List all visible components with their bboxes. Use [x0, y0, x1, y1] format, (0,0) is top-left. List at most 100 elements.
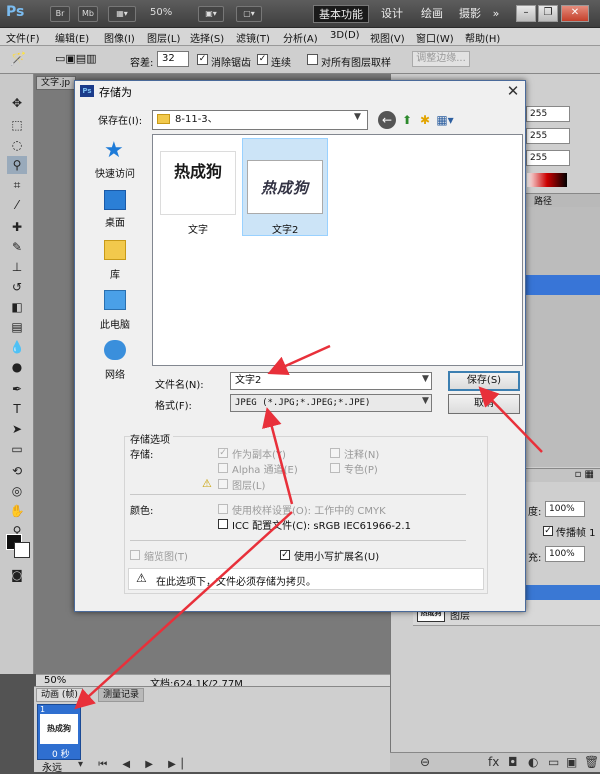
link-layers-icon[interactable]: ⊖	[420, 755, 430, 769]
zoom-level[interactable]: 50%	[150, 7, 172, 18]
magic-wand-icon[interactable]: 🪄	[10, 52, 26, 67]
tolerance-input[interactable]: 32	[157, 51, 189, 67]
computer-icon[interactable]	[104, 290, 126, 310]
up-folder-icon[interactable]: ⬆	[398, 111, 416, 129]
dialog-close-icon[interactable]: ✕	[503, 82, 523, 100]
minimize-icon[interactable]: –	[516, 5, 536, 22]
workspace-more[interactable]: »	[490, 5, 502, 23]
pen-tool-icon[interactable]: ✒	[7, 380, 27, 398]
workspace-design[interactable]: 设计	[378, 5, 406, 23]
3d-orbit-tool-icon[interactable]: ◎	[7, 482, 27, 500]
place-this-pc[interactable]: 此电脑	[82, 316, 148, 331]
screen-mode-button[interactable]: ▢▾	[236, 6, 262, 22]
library-icon[interactable]	[104, 240, 126, 260]
contiguous-checkbox[interactable]: ✓	[257, 54, 268, 65]
format-select[interactable]: JPEG (*.JPG;*.JPEG;*.JPE)	[230, 394, 432, 412]
blur-tool-icon[interactable]: 💧	[7, 338, 27, 356]
trash-icon[interactable]: 🗑	[584, 755, 599, 769]
tab-animation[interactable]: 动画 (帧)	[36, 688, 83, 702]
cancel-button[interactable]: 取消	[448, 394, 520, 414]
tab-measurement[interactable]: 测量记录	[98, 688, 145, 702]
notes-checkbox[interactable]	[330, 448, 340, 458]
refine-edge-button[interactable]: 调整边缘...	[412, 51, 470, 67]
file-thumbnail[interactable]: 热成狗	[160, 151, 236, 215]
menu-analysis[interactable]: 分析(A)	[283, 30, 318, 45]
place-network[interactable]: 网络	[82, 366, 148, 381]
quick-mask-icon[interactable]: ◙	[7, 566, 27, 584]
thumbnail-checkbox[interactable]	[130, 550, 140, 560]
spot-checkbox[interactable]	[330, 463, 340, 473]
menu-edit[interactable]: 编辑(E)	[55, 30, 89, 45]
layers-checkbox[interactable]	[218, 479, 228, 489]
propagate-checkbox[interactable]: ✓	[543, 526, 553, 536]
shape-tool-icon[interactable]: ▭	[7, 440, 27, 458]
healing-tool-icon[interactable]: ✚	[7, 218, 27, 236]
close-icon[interactable]: ✕	[561, 5, 589, 22]
history-brush-tool-icon[interactable]: ↺	[7, 278, 27, 296]
place-desktop[interactable]: 桌面	[82, 214, 148, 229]
background-color-swatch[interactable]	[14, 542, 30, 558]
save-button[interactable]: 保存(S)	[448, 371, 520, 391]
place-quick-access[interactable]: 快速访问	[82, 165, 148, 180]
blue-value[interactable]: 255	[526, 150, 570, 166]
back-icon[interactable]: ←	[378, 111, 396, 129]
antialias-checkbox[interactable]: ✓	[197, 54, 208, 65]
workspace-painting[interactable]: 绘画	[418, 5, 446, 23]
desktop-icon[interactable]	[104, 190, 126, 210]
menu-file[interactable]: 文件(F)	[6, 30, 40, 45]
chevron-down-icon[interactable]: ▼	[422, 396, 429, 406]
star-icon[interactable]: ★	[104, 138, 124, 163]
view-extras-button[interactable]: ▦▾	[108, 6, 136, 22]
minibridge-button[interactable]: Mb	[78, 6, 98, 22]
arrange-docs-button[interactable]: ▣▾	[198, 6, 224, 22]
path-select-tool-icon[interactable]: ➤	[7, 420, 27, 438]
selected-path-row[interactable]	[526, 275, 600, 295]
color-ramp[interactable]	[527, 173, 567, 187]
file-name[interactable]: 文字	[188, 221, 208, 236]
document-zoom[interactable]: 50%	[44, 675, 66, 686]
restore-icon[interactable]: ❐	[538, 5, 558, 22]
view-menu-icon[interactable]: ▦▾	[436, 111, 454, 129]
proof-checkbox[interactable]	[218, 504, 228, 514]
type-tool-icon[interactable]: T	[7, 400, 27, 418]
menu-window[interactable]: 窗口(W)	[416, 30, 454, 45]
new-layer-icon[interactable]: ▣	[566, 755, 577, 769]
chevron-down-icon[interactable]: ▼	[422, 374, 429, 384]
move-tool-icon[interactable]: ✥	[7, 94, 27, 112]
sample-all-checkbox[interactable]	[307, 54, 318, 65]
selection-mode-icon[interactable]: ▭▣▤▥	[55, 52, 97, 65]
file-name[interactable]: 文字2	[272, 221, 298, 236]
quick-select-tool-icon[interactable]: ⚲	[7, 156, 27, 174]
menu-view[interactable]: 视图(V)	[370, 30, 405, 45]
lasso-tool-icon[interactable]: ◌	[7, 136, 27, 154]
crop-tool-icon[interactable]: ⌗	[7, 176, 27, 194]
stamp-tool-icon[interactable]: ⊥	[7, 258, 27, 276]
dodge-tool-icon[interactable]: ●	[7, 358, 27, 376]
as-copy-checkbox[interactable]: ✓	[218, 448, 228, 458]
menu-select[interactable]: 选择(S)	[190, 30, 224, 45]
mask-icon[interactable]: ◘	[508, 755, 518, 769]
menu-layer[interactable]: 图层(L)	[147, 30, 180, 45]
marquee-tool-icon[interactable]: ⬚	[7, 116, 27, 134]
menu-image[interactable]: 图像(I)	[104, 30, 135, 45]
adjustment-icon[interactable]: ◐	[528, 755, 538, 769]
document-tab[interactable]: 文字.jp	[36, 76, 76, 90]
brush-tool-icon[interactable]: ✎	[7, 238, 27, 256]
filename-input[interactable]: 文字2	[230, 372, 432, 390]
playback-controls-icon[interactable]: ▾ ⏮ ◀ ▶ ▶▏	[78, 759, 196, 770]
fill-select[interactable]: 100%	[545, 546, 585, 562]
eraser-tool-icon[interactable]: ◧	[7, 298, 27, 316]
hand-tool-icon[interactable]: ✋	[7, 502, 27, 520]
menu-help[interactable]: 帮助(H)	[465, 30, 500, 45]
lowercase-ext-checkbox[interactable]: ✓	[280, 550, 290, 560]
green-value[interactable]: 255	[526, 128, 570, 144]
bridge-button[interactable]: Br	[50, 6, 70, 22]
menu-3d[interactable]: 3D(D)	[330, 30, 360, 41]
opacity-select[interactable]: 100%	[545, 501, 585, 517]
icc-checkbox[interactable]	[218, 519, 228, 529]
eyedropper-tool-icon[interactable]: ⁄	[7, 196, 27, 214]
workspace-basic[interactable]: 基本功能	[313, 5, 369, 23]
file-thumbnail[interactable]: 热成狗	[247, 160, 323, 214]
new-folder-icon[interactable]: ✱	[416, 111, 434, 129]
place-library[interactable]: 库	[82, 266, 148, 281]
